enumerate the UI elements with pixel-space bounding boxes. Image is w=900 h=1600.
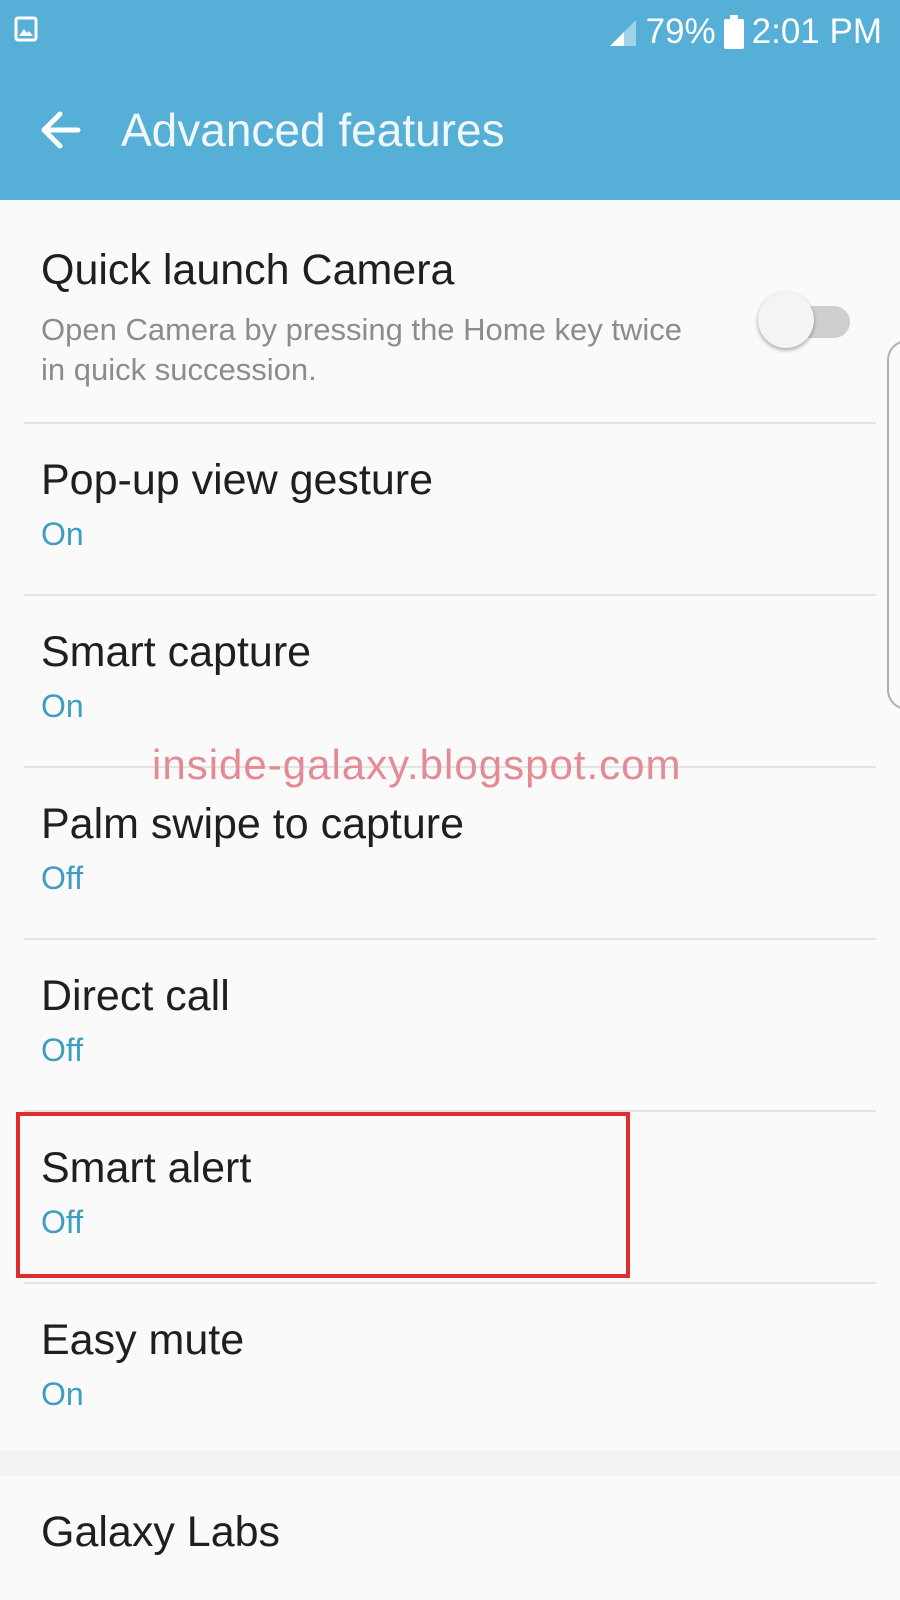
setting-title: Easy mute [41, 1316, 245, 1364]
setting-status: Off [41, 860, 84, 896]
setting-title: Pop-up view gesture [41, 456, 433, 504]
quick-launch-camera-toggle[interactable] [758, 290, 854, 350]
toolbar: Advanced features [0, 64, 900, 200]
setting-title: Smart capture [41, 628, 312, 676]
app-bar: 79% 2:01 PM Advanced features [0, 0, 900, 200]
battery-icon [723, 15, 744, 49]
setting-popup-view-gesture[interactable]: Pop-up view gesture On [0, 424, 900, 594]
setting-galaxy-labs[interactable]: Galaxy Labs [0, 1476, 900, 1600]
setting-status: On [41, 1376, 84, 1412]
status-time: 2:01 PM [751, 12, 882, 51]
edge-panel-handle[interactable] [887, 340, 900, 710]
toggle-thumb [758, 292, 814, 348]
watermark: inside-galaxy.blogspot.com [152, 741, 682, 788]
highlight-annotation [16, 1112, 630, 1278]
back-arrow-icon [41, 111, 81, 149]
gallery-notification-icon [14, 16, 38, 42]
setting-status: On [41, 516, 84, 552]
back-button[interactable] [32, 102, 88, 158]
setting-description: Open Camera by pressing the Home key twi… [41, 312, 682, 387]
setting-easy-mute[interactable]: Easy mute On [0, 1284, 900, 1450]
signal-strength-icon [609, 20, 636, 46]
setting-title: Palm swipe to capture [41, 800, 465, 848]
setting-status: On [41, 688, 84, 724]
page-title: Advanced features [121, 104, 505, 156]
status-bar: 79% 2:01 PM [0, 0, 900, 64]
galaxy-labs-section: Galaxy Labs [0, 1476, 900, 1600]
setting-quick-launch-camera[interactable]: Quick launch Camera Open Camera by press… [0, 200, 900, 422]
setting-palm-swipe-to-capture[interactable]: Palm swipe to capture Off [0, 768, 900, 938]
setting-title: Quick launch Camera [41, 246, 455, 294]
battery-percent: 79% [645, 12, 716, 51]
setting-title: Galaxy Labs [41, 1508, 281, 1556]
setting-direct-call[interactable]: Direct call Off [0, 940, 900, 1110]
setting-title: Direct call [41, 972, 230, 1020]
status-indicators: 79% 2:01 PM [606, 8, 882, 56]
setting-status: Off [41, 1032, 84, 1068]
